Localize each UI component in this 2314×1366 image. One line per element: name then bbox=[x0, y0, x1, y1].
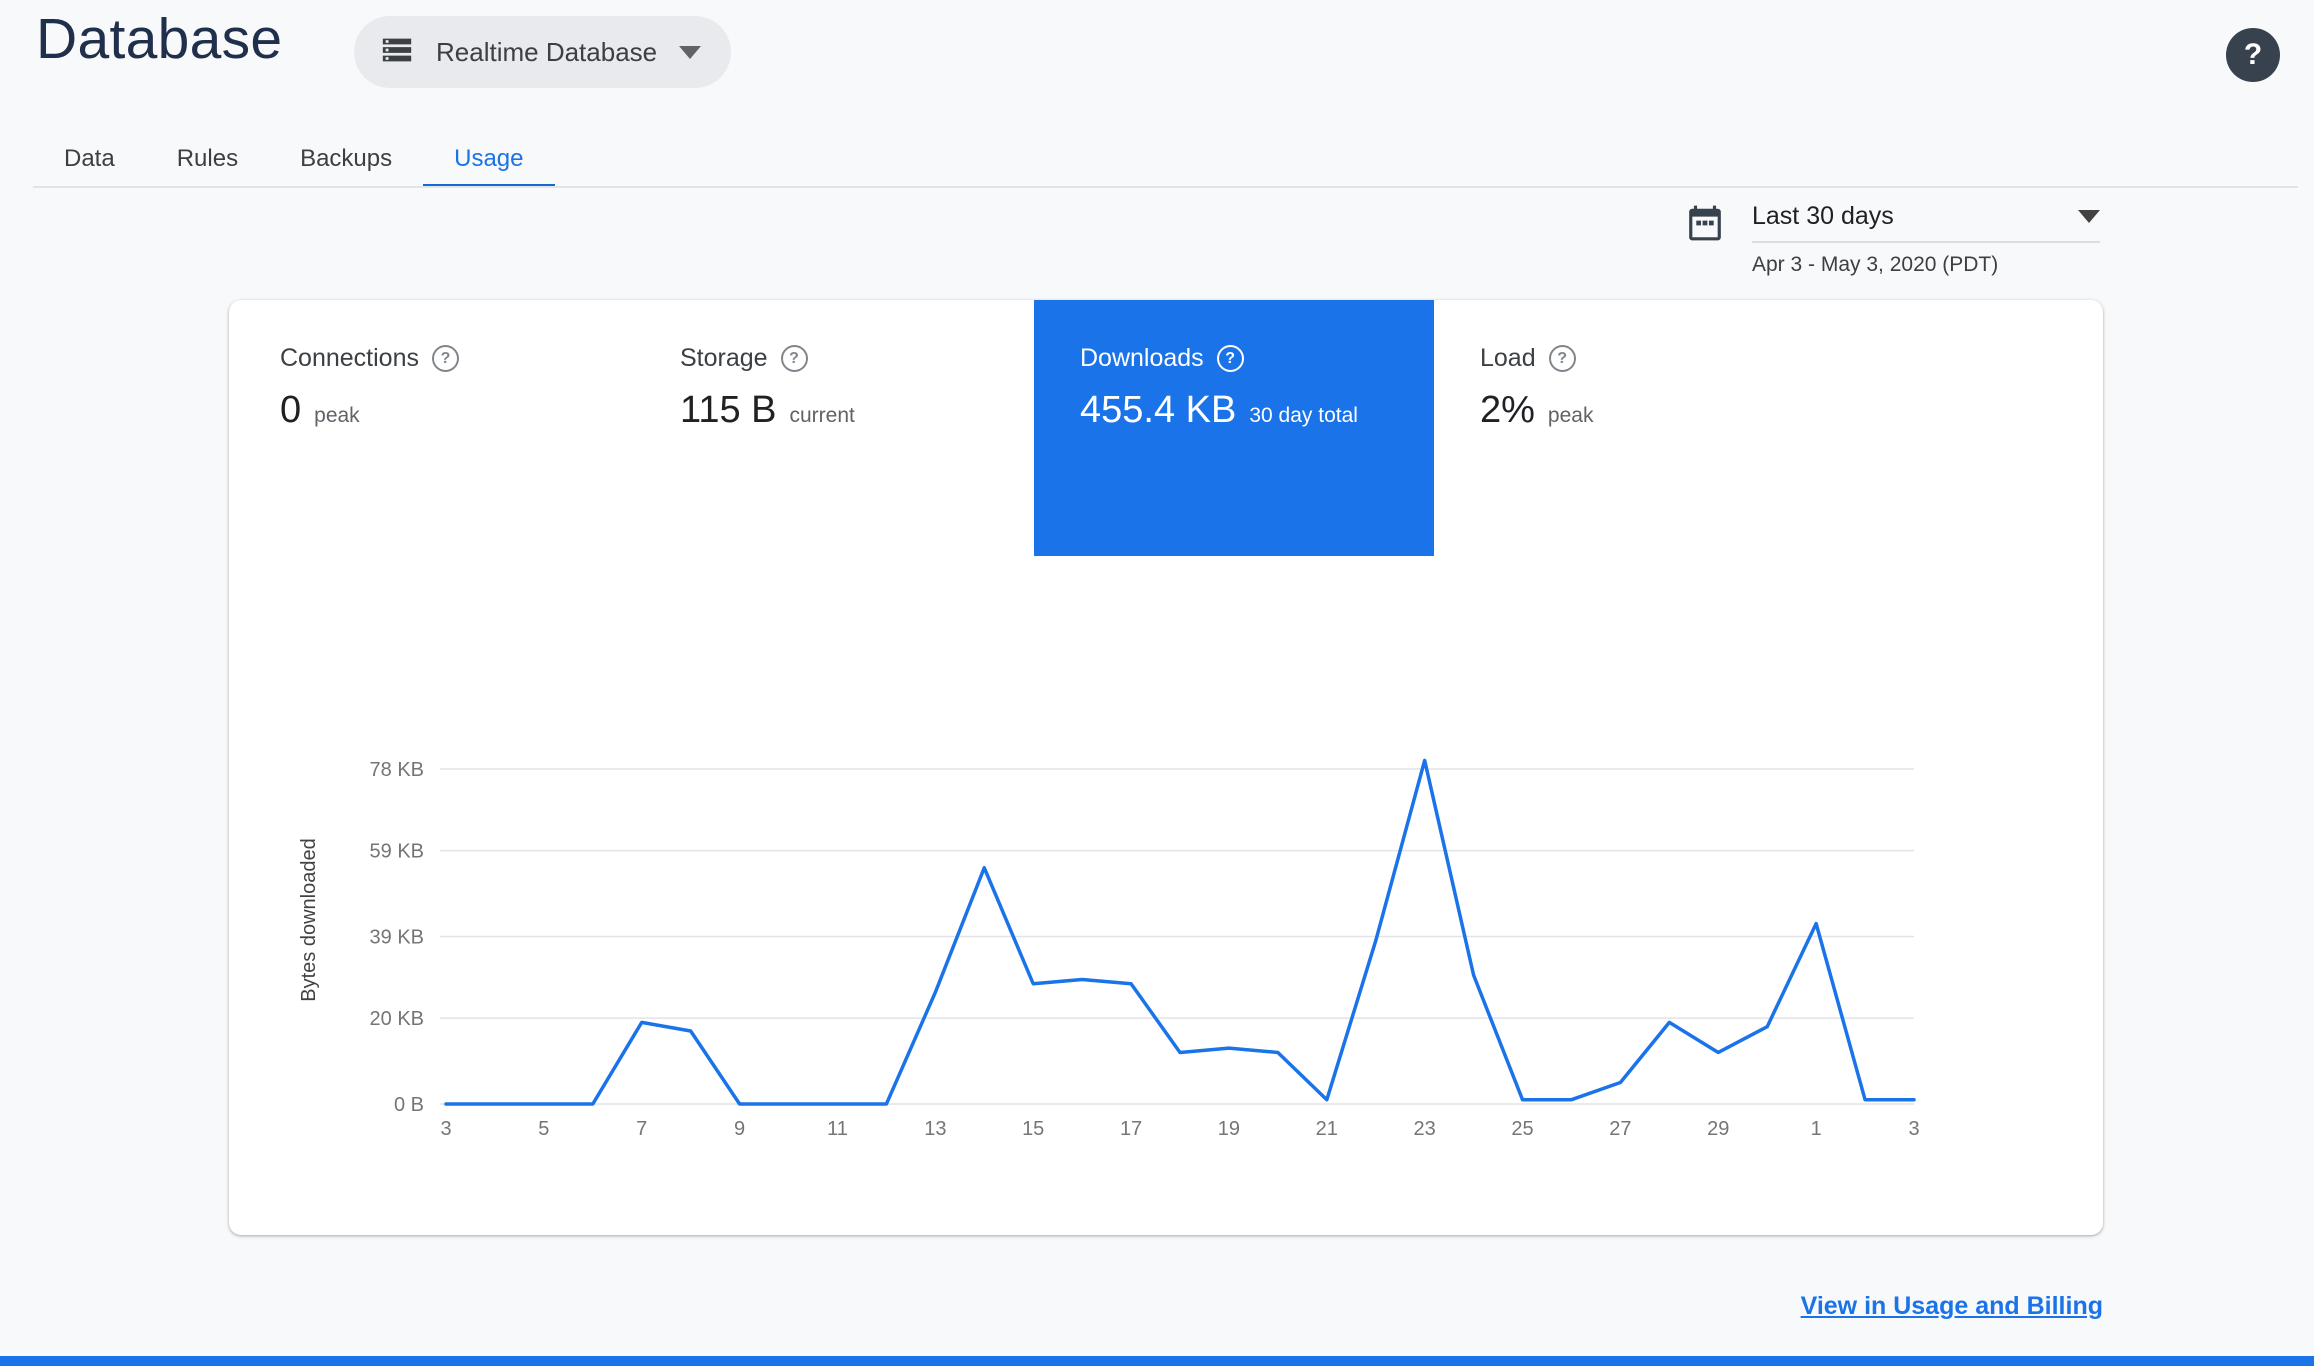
downloads-line-chart: 0 B20 KB39 KB59 KB78 KB3 5 7 9 11 13 15 17 19 21 2… bbox=[298, 758, 1920, 1140]
svg-text:23: 23 bbox=[1414, 1118, 1436, 1140]
svg-text:3: 3 bbox=[440, 1118, 451, 1140]
help-circle-icon: ? bbox=[431, 345, 459, 372]
database-icon bbox=[380, 33, 414, 72]
metric-tile-connections[interactable]: Connections ? 0 peak bbox=[234, 300, 634, 556]
svg-text:1: 1 bbox=[1811, 1118, 1822, 1140]
page-title: Database bbox=[36, 7, 283, 71]
metric-label: Connections bbox=[280, 344, 419, 372]
date-range-detail: Apr 3 - May 3, 2020 (PDT) bbox=[1752, 253, 1999, 276]
usage-card: Connections ? 0 peak Storage ? 115 B cur… bbox=[229, 300, 2103, 1235]
tab-bar: Data Rules Backups Usage bbox=[33, 134, 555, 188]
calendar-icon bbox=[1686, 204, 1724, 277]
tabs-divider bbox=[33, 186, 2298, 188]
svg-text:29: 29 bbox=[1707, 1118, 1729, 1140]
svg-text:25: 25 bbox=[1511, 1118, 1533, 1140]
svg-text:9: 9 bbox=[734, 1118, 745, 1140]
metric-label: Storage bbox=[680, 344, 768, 372]
metric-label: Load bbox=[1480, 344, 1536, 372]
svg-text:Bytes downloaded: Bytes downloaded bbox=[298, 838, 320, 1001]
svg-text:5: 5 bbox=[538, 1118, 549, 1140]
svg-text:20 KB: 20 KB bbox=[370, 1008, 424, 1030]
svg-text:21: 21 bbox=[1316, 1118, 1338, 1140]
chevron-down-icon bbox=[2078, 210, 2100, 223]
metric-unit: peak bbox=[1547, 404, 1594, 427]
date-range-label: Last 30 days bbox=[1752, 202, 1894, 230]
svg-text:0 B: 0 B bbox=[394, 1094, 424, 1116]
chevron-down-icon bbox=[679, 45, 702, 59]
svg-text:27: 27 bbox=[1609, 1118, 1631, 1140]
help-circle-icon: ? bbox=[1548, 345, 1576, 372]
question-mark-icon: ? bbox=[2243, 38, 2263, 71]
database-selector[interactable]: Realtime Database bbox=[354, 16, 732, 88]
metric-unit: current bbox=[789, 404, 855, 427]
usage-billing-link[interactable]: View in Usage and Billing bbox=[1801, 1292, 2103, 1320]
svg-text:3: 3 bbox=[1908, 1118, 1919, 1140]
svg-text:13: 13 bbox=[924, 1118, 946, 1140]
metric-unit: peak bbox=[314, 404, 360, 427]
metric-tile-storage[interactable]: Storage ? 115 B current bbox=[634, 300, 1034, 556]
svg-text:17: 17 bbox=[1120, 1118, 1142, 1140]
tab-usage[interactable]: Usage bbox=[423, 134, 555, 188]
tab-backups[interactable]: Backups bbox=[269, 134, 423, 188]
metric-value: 0 bbox=[280, 389, 302, 431]
metric-value: 115 B bbox=[680, 389, 777, 431]
date-range-selector[interactable]: Last 30 days Apr 3 - May 3, 2020 (PDT) bbox=[1686, 202, 2100, 277]
metric-value: 455.4 KB bbox=[1080, 389, 1237, 431]
svg-text:78 KB: 78 KB bbox=[370, 759, 424, 781]
metric-tile-load[interactable]: Load ? 2% peak bbox=[1434, 300, 1834, 556]
svg-text:15: 15 bbox=[1022, 1118, 1044, 1140]
footer-link-row: View in Usage and Billing bbox=[229, 1292, 2103, 1321]
svg-text:11: 11 bbox=[827, 1118, 848, 1140]
metric-tile-downloads[interactable]: Downloads ? 455.4 KB 30 day total bbox=[1034, 300, 1434, 556]
help-circle-icon: ? bbox=[1216, 345, 1244, 372]
footer-accent-bar bbox=[0, 1356, 2314, 1366]
tab-rules[interactable]: Rules bbox=[146, 134, 269, 188]
metric-unit: 30 day total bbox=[1249, 404, 1358, 427]
metric-value: 2% bbox=[1480, 389, 1535, 431]
svg-text:7: 7 bbox=[636, 1118, 647, 1140]
metric-label: Downloads bbox=[1080, 344, 1204, 372]
database-selector-label: Realtime Database bbox=[436, 36, 658, 67]
svg-text:59 KB: 59 KB bbox=[370, 841, 424, 863]
help-button[interactable]: ? bbox=[2226, 28, 2280, 82]
metric-tiles: Connections ? 0 peak Storage ? 115 B cur… bbox=[234, 300, 1834, 556]
tab-data[interactable]: Data bbox=[33, 134, 146, 188]
svg-text:19: 19 bbox=[1218, 1118, 1240, 1140]
svg-text:39 KB: 39 KB bbox=[370, 927, 424, 949]
help-circle-icon: ? bbox=[780, 345, 808, 372]
